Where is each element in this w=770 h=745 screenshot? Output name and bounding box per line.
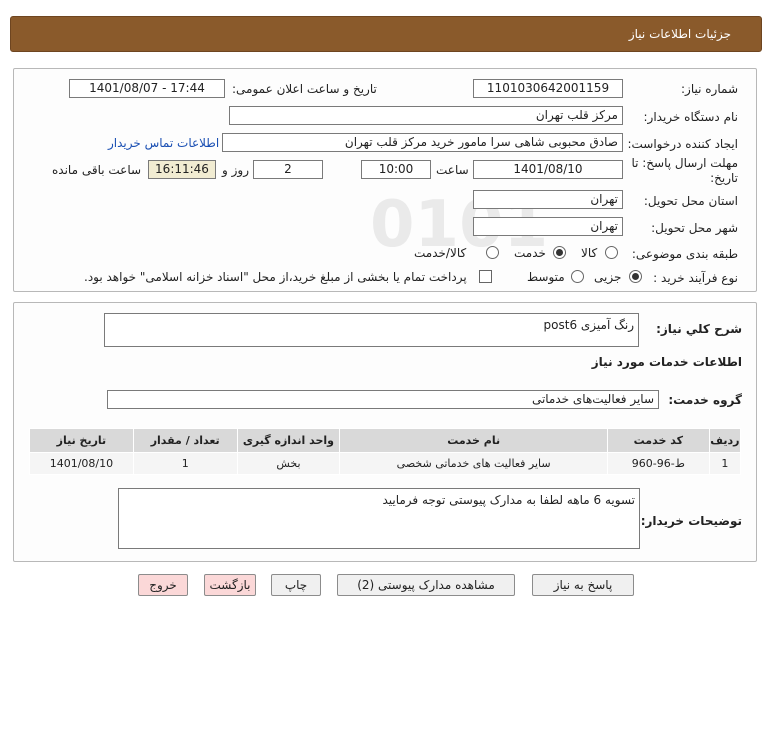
summary-label: شرح کلي نياز: [656, 322, 742, 336]
col-row-header: ردیف [708, 428, 742, 453]
cell-code: ط-96-960 [606, 452, 710, 475]
announce-datetime-label: تاریخ و ساعت اعلان عمومی: [232, 82, 377, 96]
city-field: تهران [473, 217, 623, 236]
announce-datetime-field: 1401/08/07 - 17:44 [69, 79, 225, 98]
col-qty-header: تعداد / مقدار [132, 428, 238, 453]
need-number-field: 1101030642001159 [473, 79, 623, 98]
back-button[interactable]: بازگشت [204, 574, 256, 596]
buyer-contact-link[interactable]: اطلاعات تماس خریدار [108, 136, 219, 150]
purchase-minor-radio[interactable] [629, 270, 642, 283]
days-remaining-field: 2 [253, 160, 323, 179]
col-unit-header: واحد اندازه گیری [236, 428, 341, 453]
treasury-note: پرداخت تمام یا بخشی از مبلغ خرید،از محل … [84, 270, 467, 284]
cell-unit: بخش [236, 452, 341, 475]
province-field: تهران [473, 190, 623, 209]
table-header-row: ردیف کد خدمت نام خدمت واحد اندازه گیری ت… [29, 428, 742, 453]
purchase-type-label: نوع فرآیند خرید : [653, 271, 738, 285]
window-title-bar: جزئیات اطلاعات نیاز [10, 16, 762, 52]
requester-field: صادق محبوبی شاهی سرا مامور خرید مرکز قلب… [222, 133, 623, 152]
col-name-header: نام خدمت [339, 428, 608, 453]
deadline-date-field: 1401/08/10 [473, 160, 623, 179]
cell-qty: 1 [132, 452, 238, 475]
buyer-org-label: نام دستگاه خریدار: [643, 110, 739, 124]
services-heading: اطلاعات خدمات مورد نیاز [591, 355, 742, 369]
service-group-label: گروه خدمت: [668, 393, 742, 407]
province-label: استان محل تحویل: [643, 194, 738, 208]
category-goods-label: کالا [581, 246, 598, 260]
cell-date: 1401/08/10 [29, 452, 134, 475]
category-label: طبقه بندی موضوعی: [631, 247, 738, 261]
buyer-notes-field: تسویه 6 ماهه لطفا به مدارک پیوستی توجه ف… [118, 488, 640, 549]
cell-name: سایر فعالیت های خدماتی شخصی [339, 452, 608, 475]
deadline-label-text: مهلت ارسال پاسخ: تا تاریخ: [631, 156, 738, 185]
days-label: روز و [222, 163, 249, 177]
deadline-time-field: 10:00 [361, 160, 431, 179]
category-goods-radio[interactable] [605, 246, 618, 259]
category-goods-service-label: کالا/خدمت [414, 246, 467, 260]
exit-button[interactable]: خروج [138, 574, 188, 596]
attachments-button[interactable]: مشاهده مدارک پیوستی (2) [337, 574, 515, 596]
deadline-label: مهلت ارسال پاسخ: تا تاریخ: [628, 156, 738, 186]
purchase-medium-radio[interactable] [571, 270, 584, 283]
requester-label: ایجاد کننده درخواست: [627, 137, 738, 151]
purchase-medium-label: متوسط [527, 270, 565, 284]
summary-field: رنگ آمیزی post6 [104, 313, 639, 347]
page-title: جزئیات اطلاعات نیاز [628, 27, 731, 41]
service-group-field: سایر فعالیت‌های خدماتی [107, 390, 659, 409]
col-date-header: تاریخ نیاز [29, 428, 134, 453]
treasury-checkbox[interactable] [479, 270, 492, 283]
buyer-notes-label: توضیحات خریدار: [640, 514, 742, 528]
category-service-label: خدمت [514, 246, 546, 260]
purchase-minor-label: جزیی [594, 270, 622, 284]
print-button[interactable]: چاپ [271, 574, 321, 596]
services-table: ردیف کد خدمت نام خدمت واحد اندازه گیری ت… [29, 428, 742, 475]
table-row: 1 ط-96-960 سایر فعالیت های خدماتی شخصی ب… [29, 452, 742, 475]
city-label: شهر محل تحویل: [651, 221, 738, 235]
remaining-time-label: ساعت باقی مانده [52, 163, 142, 177]
buyer-org-field: مرکز قلب تهران [229, 106, 623, 125]
category-goods-service-radio[interactable] [486, 246, 499, 259]
cell-row: 1 [708, 452, 742, 475]
category-service-radio[interactable] [553, 246, 566, 259]
reply-button[interactable]: پاسخ به نیاز [532, 574, 634, 596]
col-code-header: کد خدمت [606, 428, 710, 453]
remaining-time-field: 16:11:46 [148, 160, 216, 179]
need-number-label: شماره نیاز: [681, 82, 738, 96]
deadline-time-label: ساعت [436, 163, 469, 177]
